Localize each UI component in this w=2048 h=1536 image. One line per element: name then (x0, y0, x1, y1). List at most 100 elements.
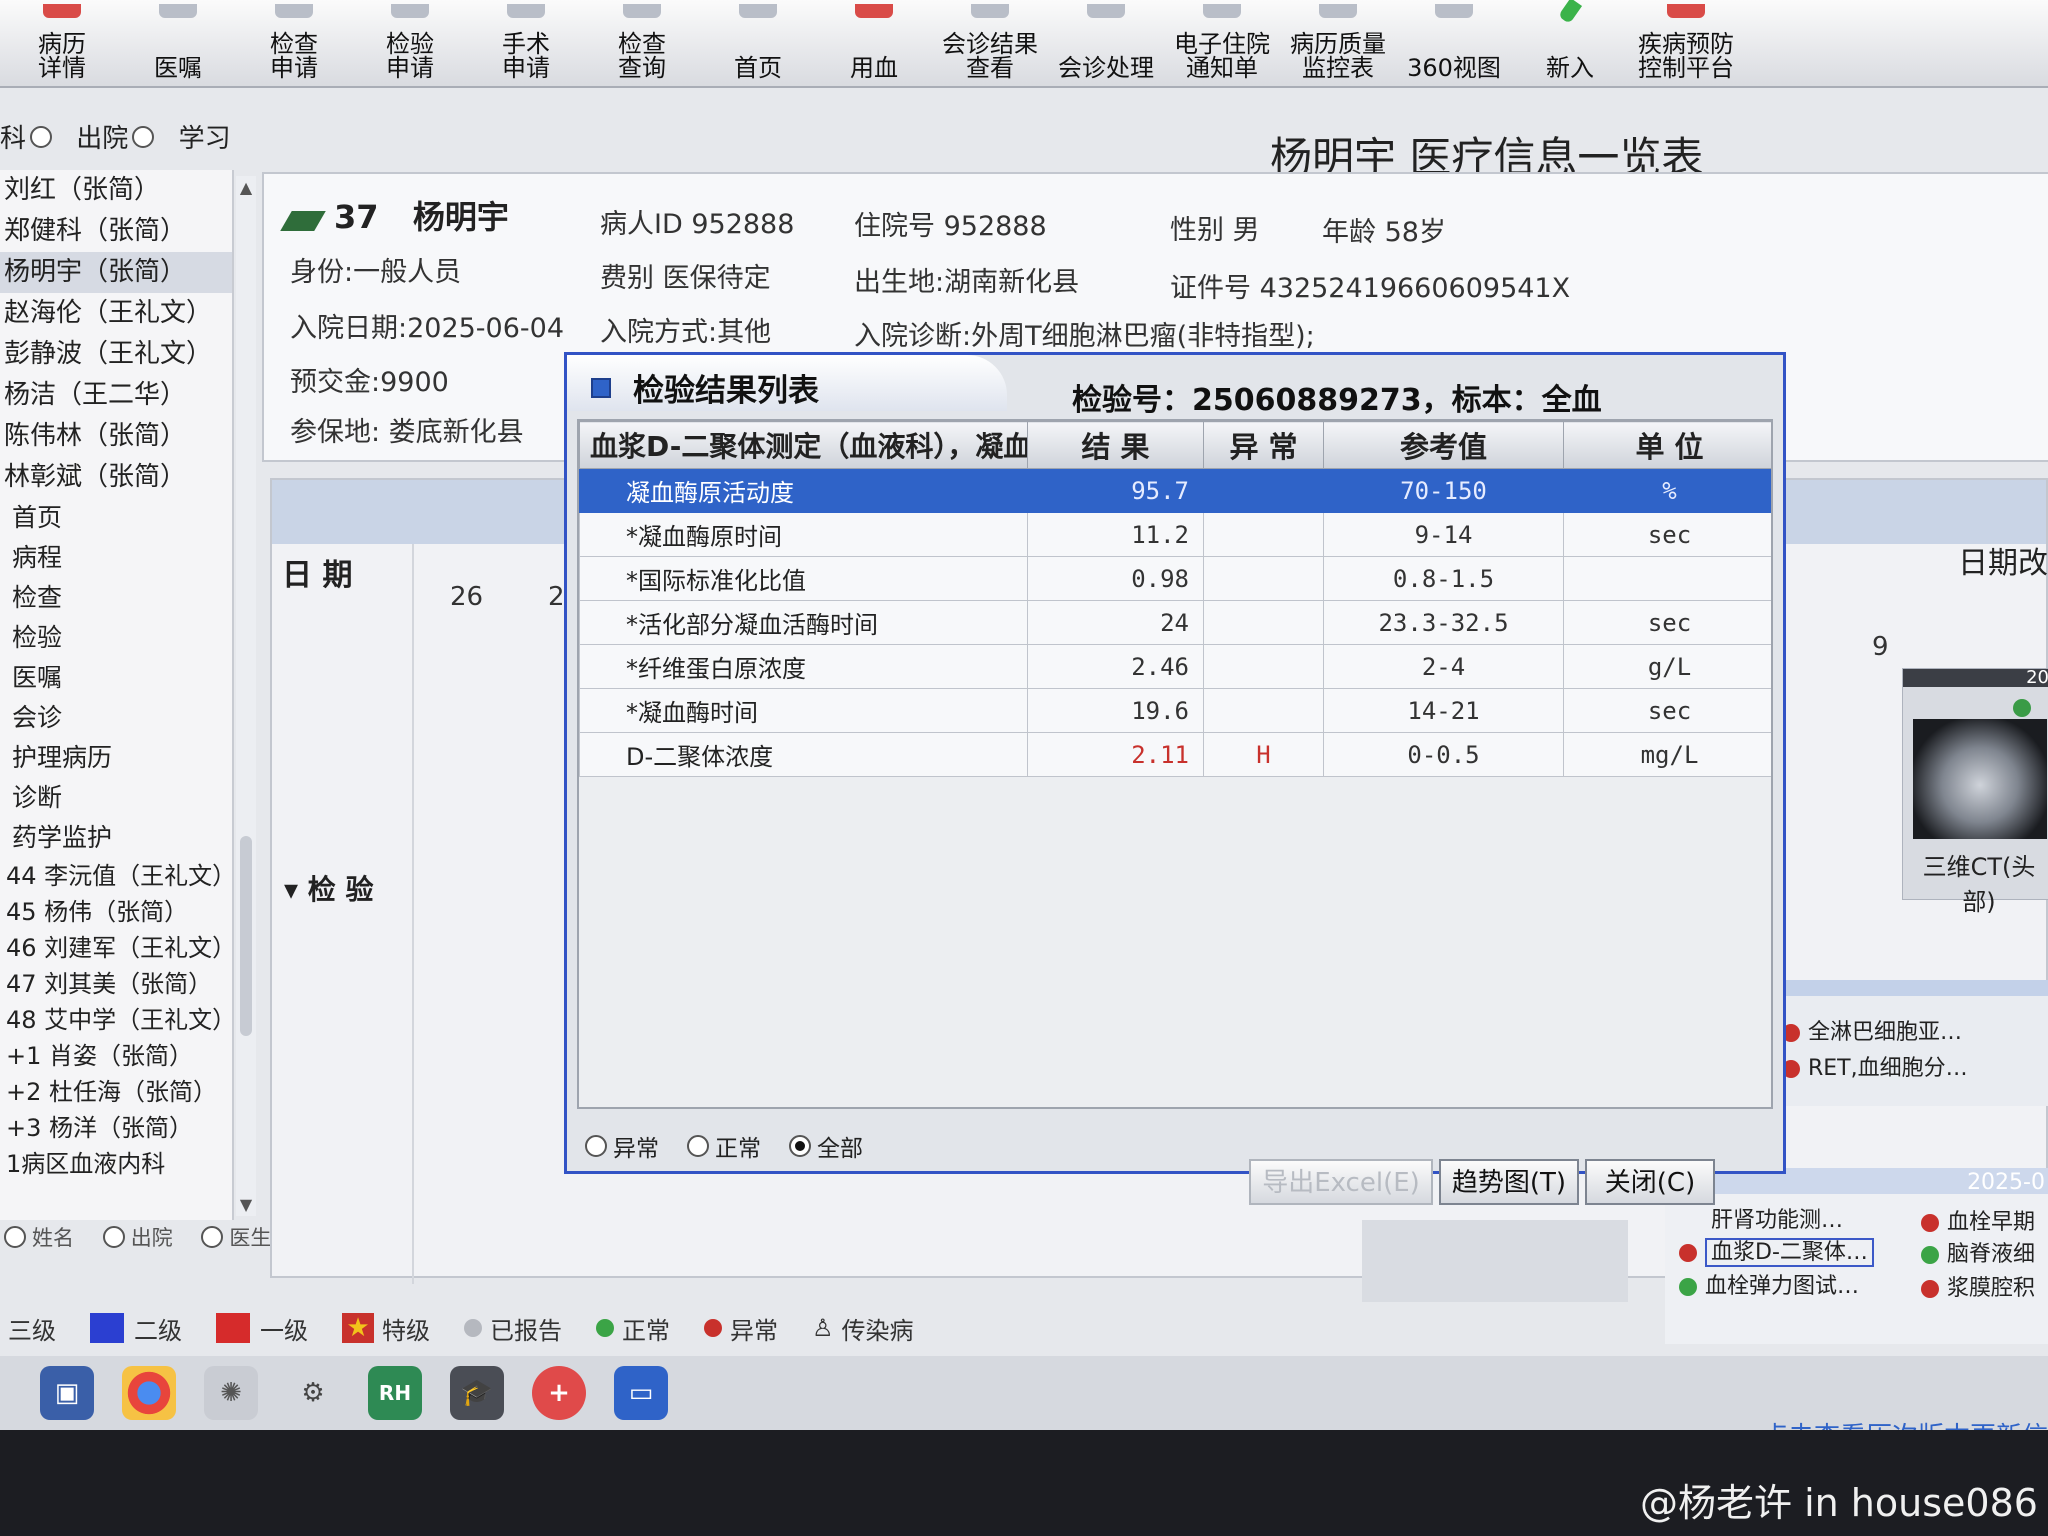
lab-item[interactable]: 血浆D-二聚体… (1679, 1234, 1874, 1267)
toolbar-record-details-button[interactable]: 病历 详情 (6, 4, 118, 86)
toolbar-admission-notice-button[interactable]: 电子住院 通知单 (1166, 4, 1278, 86)
table-row[interactable]: *凝血酶时间 19.6 14-21 sec (579, 688, 1771, 733)
radio-study[interactable]: 学习 (179, 118, 231, 155)
radio-discharge[interactable]: 出院 (102, 1222, 173, 1252)
list-item[interactable]: 赵海伦（王礼文） (0, 293, 232, 334)
nav-consult[interactable]: 会诊 (0, 698, 232, 738)
version-update-link[interactable]: 点击查看历次版本更新信 (1762, 1416, 2048, 1430)
scroll-down-icon[interactable]: ▼ (236, 1195, 256, 1214)
view-360-icon (1435, 4, 1473, 18)
nav-exams[interactable]: 检查 (0, 578, 232, 618)
ct-label: 三维CT(头部) (1922, 853, 2036, 916)
col-header-unit[interactable]: 单 位 (1563, 421, 1771, 469)
lab-item-highlighted[interactable]: 血浆D-二聚体… (1705, 1238, 1874, 1267)
nav-orders[interactable]: 医嘱 (0, 658, 232, 698)
toolbar-consult-result-button[interactable]: 会诊结果 查看 (934, 4, 1046, 86)
list-item[interactable]: 彭静波（王礼文） (0, 334, 232, 375)
graduation-icon[interactable]: 🎓 (450, 1366, 504, 1420)
toolbar-quality-monitor-button[interactable]: 病历质量 监控表 (1282, 4, 1394, 86)
nav-labs[interactable]: 检验 (0, 618, 232, 658)
lab-item[interactable]: 血栓早期 (1921, 1204, 2035, 1236)
radio-discharged[interactable]: 出院 (76, 118, 160, 155)
his-app-icon[interactable]: RH (368, 1366, 422, 1420)
list-item[interactable]: 44 李沅值（王礼文） (0, 858, 232, 894)
lab-item[interactable]: 血栓弹力图试… (1679, 1268, 1859, 1300)
export-excel-button[interactable]: 导出Excel(E) (1249, 1159, 1433, 1205)
prevention-icon (1667, 4, 1705, 18)
radio-doctor[interactable]: 医生 (201, 1222, 271, 1252)
monitor-icon (1319, 4, 1357, 18)
list-item[interactable]: 陈伟林（张简） (0, 416, 232, 457)
table-row[interactable]: *凝血酶原时间 11.2 9-14 sec (579, 512, 1771, 557)
list-item[interactable]: 郑健科（张简） (0, 211, 232, 252)
list-item[interactable]: 刘红（张简） (0, 170, 232, 211)
ct-thumbnail[interactable]: 20 三维CT(头部) (1902, 668, 2048, 916)
col-header-result[interactable]: 结 果 (1027, 421, 1204, 469)
legend-level3: 三级 (8, 1316, 56, 1345)
col-header-reference[interactable]: 参考值 (1323, 421, 1564, 469)
table-row-selected[interactable]: 凝血酶原活动度 95.7 70-150 % (579, 468, 1771, 513)
scrollbar-thumb[interactable] (240, 836, 252, 1036)
close-button[interactable]: 关闭(C) (1585, 1159, 1715, 1205)
filter-normal-radio[interactable]: 正常 (687, 1129, 761, 1163)
toolbar-360-view-button[interactable]: 360视图 (1398, 4, 1510, 86)
list-item[interactable]: +2 杜任海（张简） (0, 1074, 232, 1110)
list-item-selected[interactable]: 杨明宇（张简） (0, 252, 232, 293)
toolbar-orders-button[interactable]: 医嘱 (122, 4, 234, 86)
table-row[interactable]: *纤维蛋白原浓度 2.46 2-4 g/L (579, 644, 1771, 689)
toolbar-consult-process-button[interactable]: 会诊处理 (1050, 4, 1162, 86)
chat-app-icon[interactable]: ▭ (614, 1366, 668, 1420)
toolbar-new-admit-button[interactable]: 新入 (1514, 0, 1626, 86)
notice-icon (1203, 4, 1241, 18)
lab-item[interactable]: 肝肾功能测… (1711, 1202, 1843, 1234)
legend-special: ★ 特级 (342, 1311, 430, 1346)
lab-item[interactable]: 脑脊液细 (1921, 1236, 2035, 1268)
col-header-abnormal[interactable]: 异 常 (1203, 421, 1324, 469)
nav-progress-notes[interactable]: 病程 (0, 538, 232, 578)
col-header-item[interactable]: 血浆D-二聚体测定（血液科），凝血常规检测（血液科） (579, 421, 1028, 469)
radio-name[interactable]: 姓名 (4, 1222, 74, 1252)
date-change-label[interactable]: 日期改 (1958, 538, 2048, 582)
list-item[interactable]: +3 杨洋（张简） (0, 1110, 232, 1146)
lab-section-toggle[interactable]: ▾ 检 验 (284, 868, 374, 908)
toolbar-exam-request-button[interactable]: 检查 申请 (238, 4, 350, 86)
toolbar-exam-query-button[interactable]: 检查 查询 (586, 4, 698, 86)
record-app-icon[interactable]: + (532, 1366, 586, 1420)
toolbar-home-button[interactable]: 首页 (702, 4, 814, 86)
chrome-icon[interactable] (122, 1366, 176, 1420)
nav-home[interactable]: 首页 (0, 498, 232, 538)
list-item[interactable]: 48 艾中学（王礼文） (0, 1002, 232, 1038)
table-row[interactable]: *国际标准化比值 0.98 0.8-1.5 (579, 556, 1771, 601)
table-row[interactable]: *活化部分凝血活酶时间 24 23.3-32.5 sec (579, 600, 1771, 645)
gear-wheel-icon[interactable]: ✺ (204, 1366, 258, 1420)
nav-nursing-record[interactable]: 护理病历 (0, 738, 232, 778)
radio-circle (687, 1135, 709, 1157)
list-item[interactable]: 45 杨伟（张简） (0, 894, 232, 930)
trend-chart-button[interactable]: 趋势图(T) (1439, 1159, 1579, 1205)
list-item[interactable]: 杨洁（王二华） (0, 375, 232, 416)
toolbar-disease-prevention-button[interactable]: 疾病预防 控制平台 (1630, 4, 1742, 86)
toolbar-surgery-request-button[interactable]: 手术 申请 (470, 4, 582, 86)
list-item[interactable]: 林彰斌（张简） (0, 457, 232, 498)
nav-pharmacy[interactable]: 药学监护 (0, 818, 232, 858)
settings-gear-icon[interactable]: ⚙ (286, 1366, 340, 1420)
table-row[interactable]: D-二聚体浓度 2.11 H 0-0.5 mg/L (579, 732, 1771, 777)
list-item[interactable]: 46 刘建军（王礼文） (0, 930, 232, 966)
list-item[interactable]: 47 刘其美（张简） (0, 966, 232, 1002)
list-item[interactable]: +1 肖姿（张简） (0, 1038, 232, 1074)
radio-department[interactable]: 科 (0, 118, 58, 155)
toolbar-blood-button[interactable]: 用血 (818, 4, 930, 86)
patient-list-scrollbar[interactable]: ▲ ▼ (236, 176, 256, 1216)
filter-abnormal-radio[interactable]: 异常 (585, 1129, 659, 1163)
scroll-up-icon[interactable]: ▲ (236, 178, 256, 197)
toolbar-lab-request-button[interactable]: 检验 申请 (354, 4, 466, 86)
cell-result: 95.7 (1027, 468, 1204, 513)
cell-abnormal (1203, 644, 1324, 689)
lab-item[interactable]: 浆膜腔积 (1921, 1270, 2035, 1302)
desktop-app-icon[interactable]: ▣ (40, 1366, 94, 1420)
nav-diagnosis[interactable]: 诊断 (0, 778, 232, 818)
lab-item[interactable]: RET,血细胞分… (1782, 1050, 1968, 1082)
cell-item: *国际标准化比值 (579, 556, 1028, 601)
filter-all-radio[interactable]: 全部 (789, 1129, 863, 1163)
lab-item[interactable]: 全淋巴细胞亚… (1782, 1014, 1962, 1046)
